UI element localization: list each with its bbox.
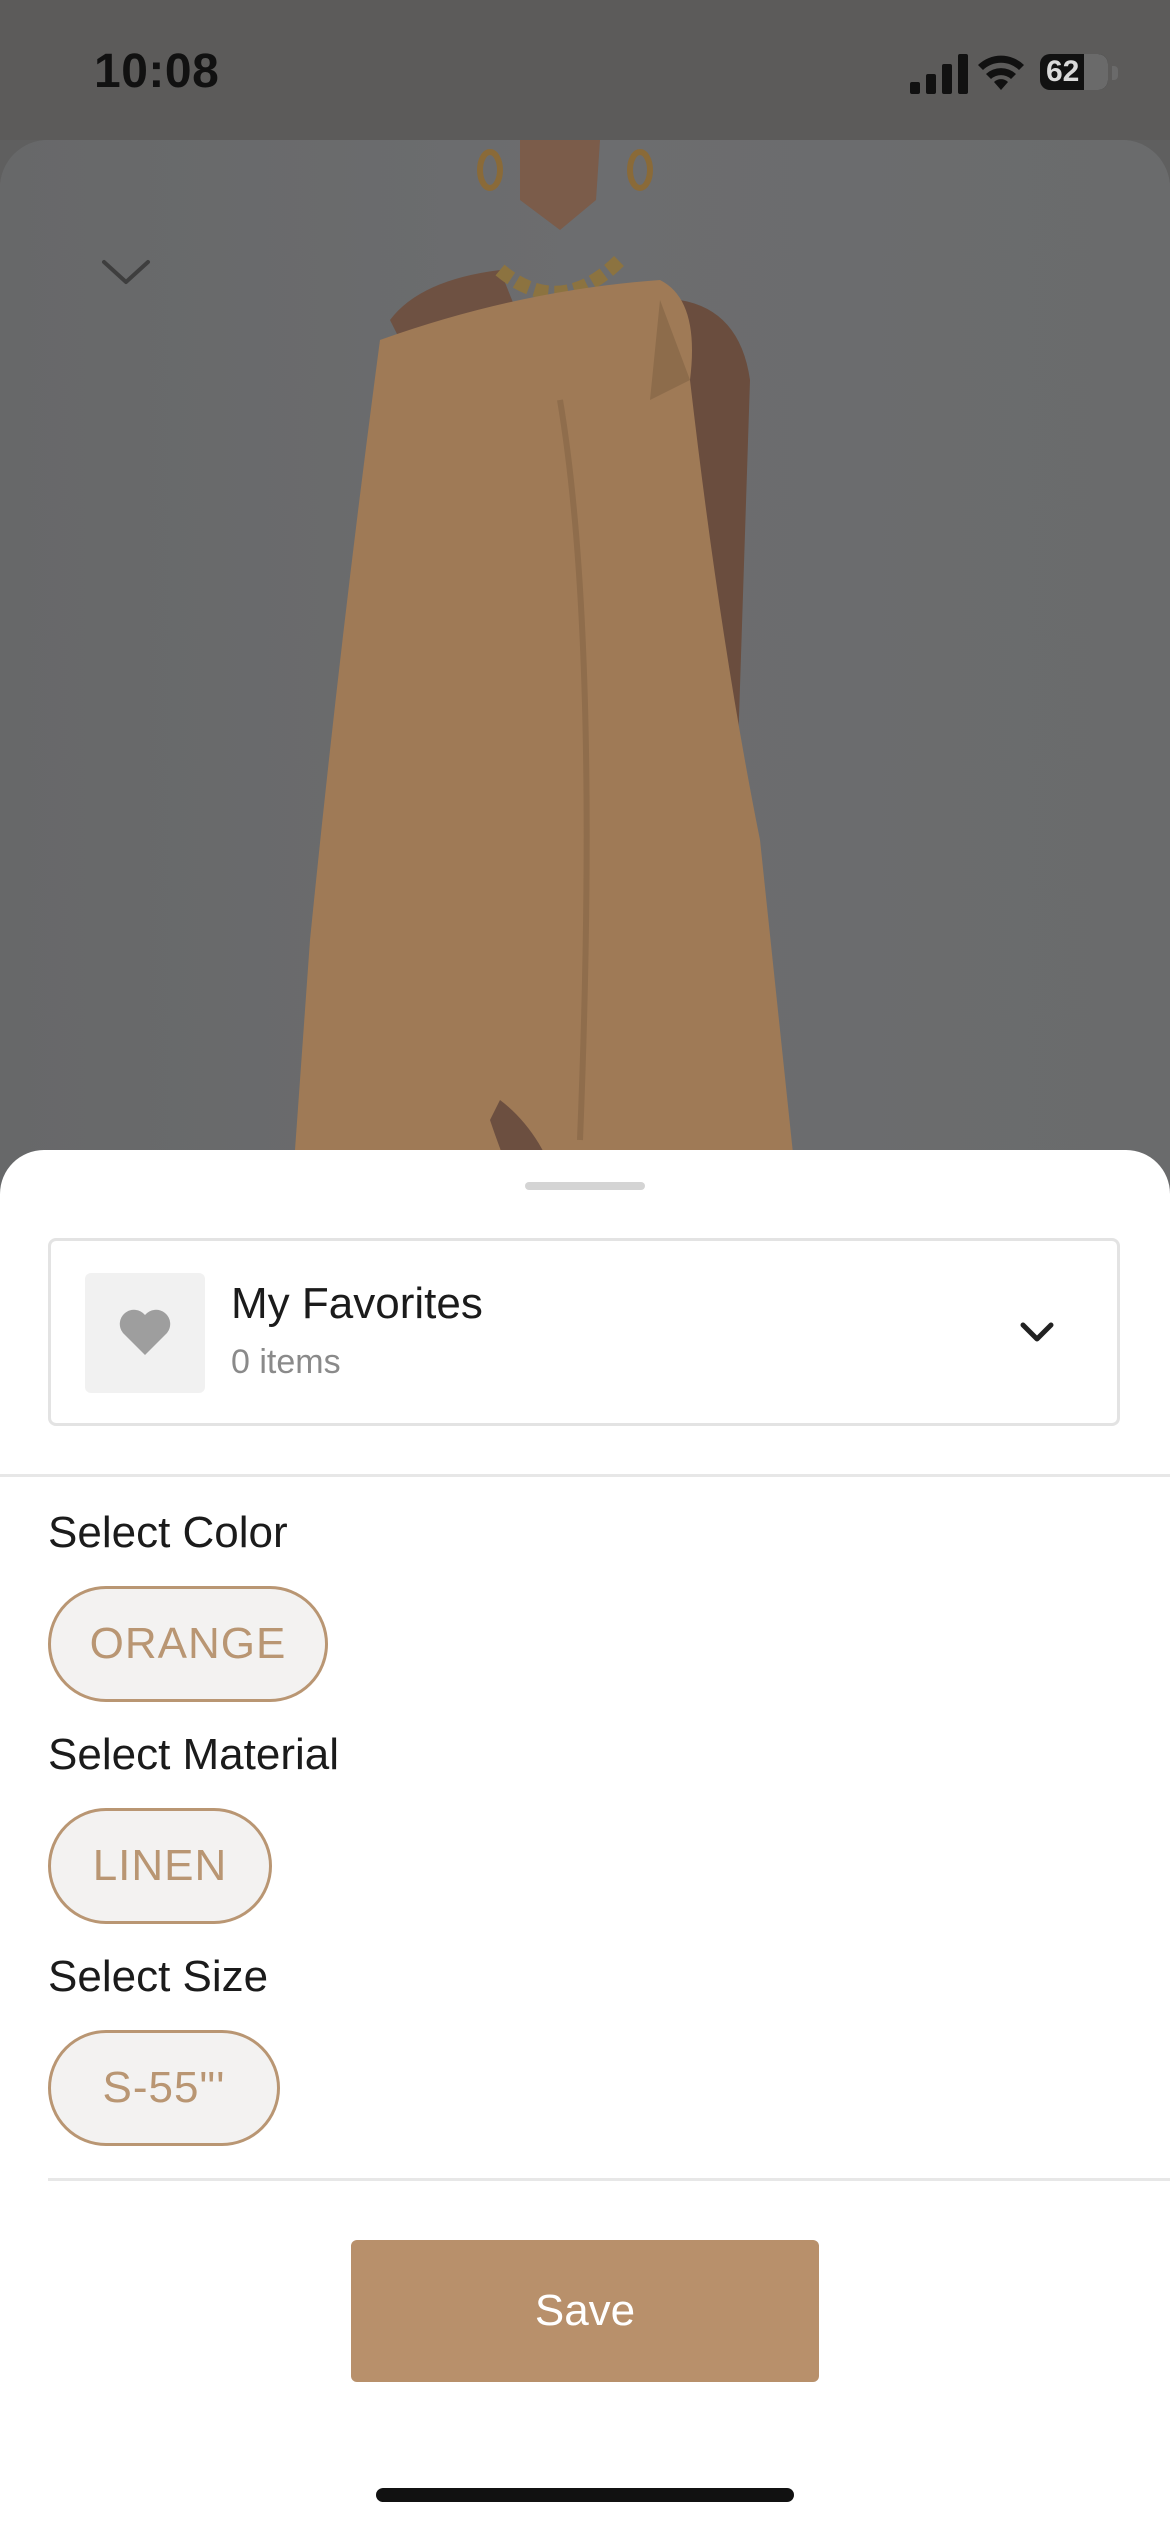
heart-icon: [119, 1309, 171, 1355]
collection-thumbnail: [85, 1273, 205, 1393]
collapse-chevron-icon[interactable]: [96, 240, 156, 300]
battery-tip: [1112, 66, 1118, 80]
divider: [48, 2178, 1170, 2181]
color-option-pill[interactable]: ORANGE: [48, 1586, 328, 1702]
wifi-icon: [978, 55, 1024, 90]
status-time: 10:08: [94, 45, 220, 98]
save-to-collection-sheet: My Favorites 0 items Select Color ORANGE…: [0, 1150, 1170, 2532]
divider: [0, 1474, 1170, 1477]
material-option-pill[interactable]: LINEN: [48, 1808, 272, 1924]
select-material-label: Select Material: [48, 1730, 340, 1779]
home-indicator: [376, 2488, 794, 2502]
product-photo-illustration: [290, 140, 800, 1220]
product-image: [0, 140, 1170, 1220]
sheet-grabber[interactable]: [525, 1182, 645, 1190]
battery-level: 62: [1046, 55, 1080, 88]
select-color-label: Select Color: [48, 1508, 288, 1557]
chevron-down-icon[interactable]: [1017, 1317, 1057, 1347]
collection-item-count: 0 items: [231, 1343, 341, 1381]
collection-selector[interactable]: My Favorites 0 items: [48, 1238, 1120, 1426]
select-size-label: Select Size: [48, 1952, 269, 2001]
cellular-signal-icon: [910, 54, 968, 94]
collection-name: My Favorites: [231, 1279, 483, 1328]
size-option-pill[interactable]: S-55"': [48, 2030, 280, 2146]
battery-icon: 62: [1040, 54, 1108, 90]
status-bar: 10:08 62: [0, 0, 1170, 140]
save-button[interactable]: Save: [351, 2240, 819, 2382]
